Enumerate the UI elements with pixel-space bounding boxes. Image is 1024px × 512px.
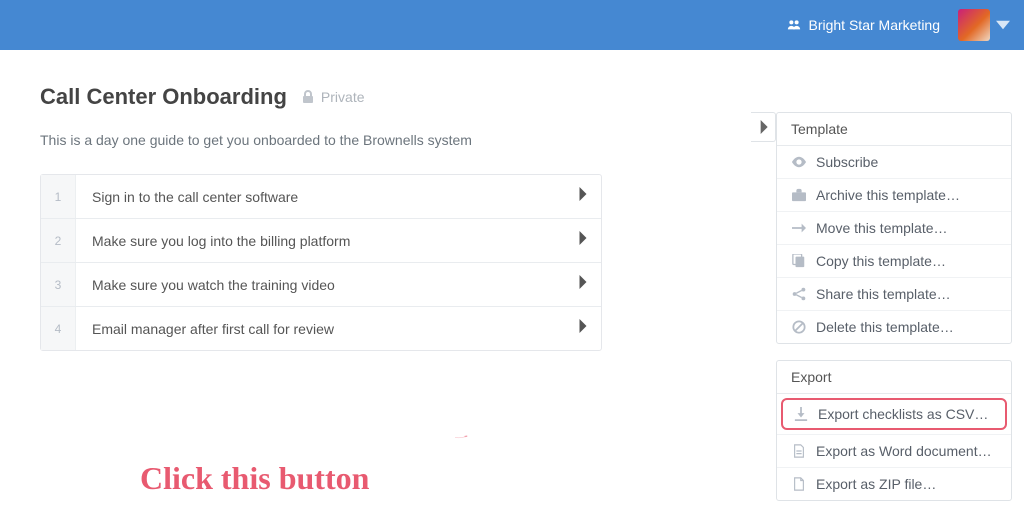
menu-item-label: Delete this template… bbox=[816, 319, 954, 335]
menu-item-eye[interactable]: Subscribe bbox=[777, 146, 1011, 178]
page-title: Call Center Onboarding Private bbox=[40, 84, 365, 110]
privacy-label: Private bbox=[321, 89, 365, 105]
step-label: Sign in to the call center software bbox=[76, 189, 565, 205]
menu-item-file[interactable]: Export as ZIP file… bbox=[777, 467, 1011, 500]
step-label: Email manager after first call for revie… bbox=[76, 321, 565, 337]
step-row[interactable]: 2Make sure you log into the billing plat… bbox=[41, 218, 601, 262]
menu-item-label: Subscribe bbox=[816, 154, 878, 170]
org-name: Bright Star Marketing bbox=[809, 17, 941, 33]
copy-icon bbox=[791, 254, 806, 268]
collapse-sidebar-button[interactable] bbox=[751, 112, 776, 142]
step-number: 3 bbox=[41, 263, 76, 306]
arrow-right-icon bbox=[791, 221, 806, 235]
step-number: 4 bbox=[41, 307, 76, 350]
download-icon bbox=[793, 407, 808, 421]
menu-item-copy[interactable]: Copy this template… bbox=[777, 244, 1011, 277]
annotation-text: Click this button bbox=[140, 460, 369, 497]
step-row[interactable]: 4Email manager after first call for revi… bbox=[41, 306, 601, 350]
annotation-arrow bbox=[455, 430, 469, 444]
step-row[interactable]: 1Sign in to the call center software bbox=[41, 175, 601, 218]
doc-icon bbox=[791, 444, 806, 458]
menu-item-label: Export as Word document… bbox=[816, 443, 992, 459]
export-menu: Export checklists as CSV… Export as Word … bbox=[777, 398, 1011, 500]
chevron-right-icon bbox=[565, 319, 601, 338]
template-menu: Subscribe Archive this template… Move this… bbox=[777, 146, 1011, 343]
menu-item-share[interactable]: Share this template… bbox=[777, 277, 1011, 310]
menu-item-doc[interactable]: Export as Word document… bbox=[777, 434, 1011, 467]
menu-item-label: Copy this template… bbox=[816, 253, 946, 269]
step-number: 1 bbox=[41, 175, 76, 218]
menu-item-arrow-right[interactable]: Move this template… bbox=[777, 211, 1011, 244]
group-icon bbox=[787, 18, 801, 32]
menu-item-label: Archive this template… bbox=[816, 187, 960, 203]
lock-icon bbox=[301, 84, 315, 110]
sidebar: Template Subscribe Archive this template…… bbox=[776, 50, 1024, 512]
template-panel-title: Template bbox=[777, 113, 1011, 146]
export-panel: Export Export checklists as CSV… Export a… bbox=[776, 360, 1012, 501]
org-switcher[interactable]: Bright Star Marketing bbox=[787, 17, 941, 33]
menu-item-label: Export checklists as CSV… bbox=[818, 406, 988, 422]
template-panel: Template Subscribe Archive this template…… bbox=[776, 112, 1012, 344]
menu-item-label: Export as ZIP file… bbox=[816, 476, 936, 492]
menu-item-download[interactable]: Export checklists as CSV… bbox=[781, 398, 1007, 430]
header-bar: Bright Star Marketing bbox=[0, 0, 1024, 50]
export-panel-title: Export bbox=[777, 361, 1011, 394]
share-icon bbox=[791, 287, 806, 301]
chevron-right-icon bbox=[565, 187, 601, 206]
file-icon bbox=[791, 477, 806, 491]
steps-list: 1Sign in to the call center software2Mak… bbox=[40, 174, 602, 351]
ban-icon bbox=[791, 320, 806, 334]
eye-icon bbox=[791, 155, 806, 169]
menu-item-briefcase[interactable]: Archive this template… bbox=[777, 178, 1011, 211]
step-row[interactable]: 3Make sure you watch the training video bbox=[41, 262, 601, 306]
caret-down-icon[interactable] bbox=[996, 18, 1010, 32]
chevron-right-icon bbox=[565, 231, 601, 250]
step-number: 2 bbox=[41, 219, 76, 262]
menu-item-ban[interactable]: Delete this template… bbox=[777, 310, 1011, 343]
avatar[interactable] bbox=[958, 9, 990, 41]
page-description: This is a day one guide to get you onboa… bbox=[40, 132, 711, 148]
menu-item-label: Share this template… bbox=[816, 286, 951, 302]
briefcase-icon bbox=[791, 188, 806, 202]
main-content: Call Center Onboarding Private This is a… bbox=[0, 50, 751, 512]
step-label: Make sure you log into the billing platf… bbox=[76, 233, 565, 249]
title-text: Call Center Onboarding bbox=[40, 84, 287, 110]
step-label: Make sure you watch the training video bbox=[76, 277, 565, 293]
menu-item-label: Move this template… bbox=[816, 220, 948, 236]
chevron-right-icon bbox=[565, 275, 601, 294]
